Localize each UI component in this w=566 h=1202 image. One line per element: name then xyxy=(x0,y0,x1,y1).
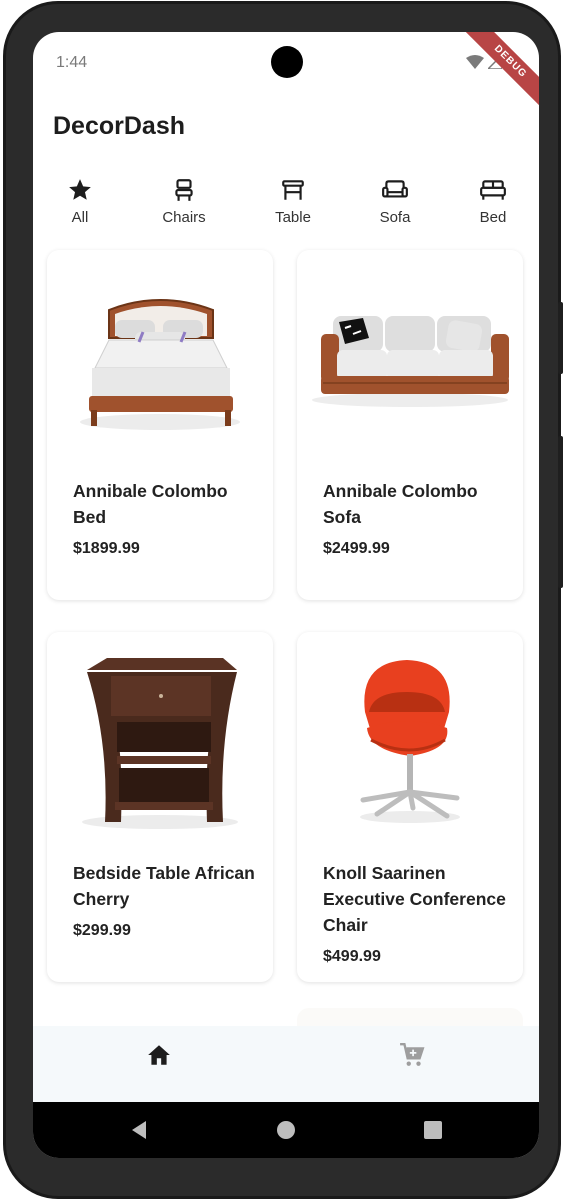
sofa-icon xyxy=(382,180,408,198)
bed-icon xyxy=(480,180,506,200)
bed-image xyxy=(80,299,240,430)
product-card[interactable]: Annibale Colombo Bed $1899.99 xyxy=(47,250,273,600)
category-label: Sofa xyxy=(379,209,411,226)
screen: 1:44 DEBUG DecorDash All Chairs Table So… xyxy=(33,32,539,1158)
home-button-icon[interactable] xyxy=(276,1120,296,1140)
status-time: 1:44 xyxy=(56,54,88,71)
cart-icon[interactable] xyxy=(399,1042,425,1068)
bedside-table-image xyxy=(82,658,238,829)
category-table[interactable]: Table xyxy=(253,177,333,226)
bottom-navigation xyxy=(33,1026,539,1102)
sofa-image xyxy=(312,316,509,407)
product-card[interactable]: Knoll Saarinen Executive Conference Chai… xyxy=(297,632,523,982)
phone-frame: 1:44 DEBUG DecorDash All Chairs Table So… xyxy=(6,4,563,1196)
category-bar: All Chairs Table Sofa Bed xyxy=(33,177,539,237)
product-price: $1899.99 xyxy=(73,540,140,557)
status-bar: 1:44 DEBUG xyxy=(33,32,539,116)
product-name: Bedside Table African Cherry xyxy=(73,863,255,909)
category-label: Chairs xyxy=(162,209,206,226)
table-icon xyxy=(282,180,304,200)
category-bed[interactable]: Bed xyxy=(453,177,533,226)
category-all[interactable]: All xyxy=(40,177,120,226)
product-name: Annibale Colombo Sofa xyxy=(323,481,478,527)
product-price: $499.99 xyxy=(323,948,381,965)
back-icon[interactable] xyxy=(129,1120,149,1140)
home-icon[interactable] xyxy=(146,1042,172,1068)
product-card[interactable]: Annibale Colombo Sofa $2499.99 xyxy=(297,250,523,600)
product-card[interactable]: Bedside Table African Cherry $299.99 xyxy=(47,632,273,982)
office-chair-image xyxy=(360,660,460,823)
volume-button xyxy=(558,302,563,374)
category-sofa[interactable]: Sofa xyxy=(355,177,435,226)
category-label: Bed xyxy=(479,209,507,226)
app-title: DecorDash xyxy=(53,112,185,140)
category-chairs[interactable]: Chairs xyxy=(144,177,224,226)
recents-icon[interactable] xyxy=(423,1120,443,1140)
product-price: $2499.99 xyxy=(323,540,390,557)
system-navigation-bar xyxy=(33,1102,539,1158)
chair-icon xyxy=(175,179,193,201)
category-label: Table xyxy=(275,209,311,226)
power-button xyxy=(558,436,563,588)
product-name: Knoll Saarinen Executive Conference Chai… xyxy=(323,863,506,935)
category-label: All xyxy=(71,209,89,226)
debug-banner: DEBUG xyxy=(456,32,539,116)
front-camera xyxy=(271,46,303,78)
product-name: Annibale Colombo Bed xyxy=(73,481,228,527)
product-price: $299.99 xyxy=(73,922,131,939)
star-icon xyxy=(69,179,91,200)
wifi-icon xyxy=(466,55,484,69)
